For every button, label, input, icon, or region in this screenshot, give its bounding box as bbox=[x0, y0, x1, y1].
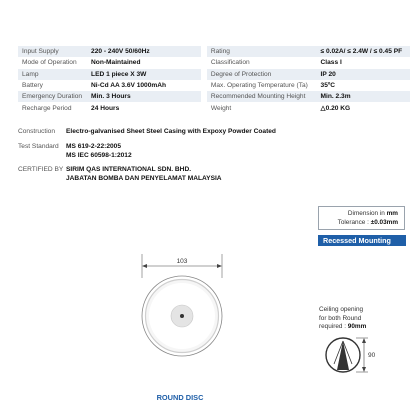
arrow-left-icon bbox=[142, 264, 147, 268]
tolerance-prefix: Tolerance : bbox=[337, 219, 371, 226]
spec-label: Lamp bbox=[18, 68, 88, 80]
construction-label: Construction bbox=[18, 128, 56, 135]
spec-label: Max. Operating Temperature (Ta) bbox=[210, 82, 308, 90]
arrow-down-icon bbox=[362, 367, 366, 372]
certifier-name: SIRIM QAS INTERNATIONAL SDN. BHD. bbox=[66, 166, 192, 173]
test-standard-value: MS 619-2-22:2005 bbox=[66, 143, 121, 150]
spec-value: IP 20 bbox=[316, 68, 410, 80]
spec-row: Recharge Period 24 Hours Weight △0.20 KG bbox=[18, 102, 410, 114]
round-disc-drawing: 103 bbox=[141, 254, 223, 357]
spec-label: Rating bbox=[206, 46, 317, 58]
tolerance-value: ±0.03mm bbox=[370, 219, 398, 226]
spec-value: Class I bbox=[320, 59, 342, 67]
ceiling-opening-note: Ceiling opening for both Round required … bbox=[319, 306, 366, 332]
spec-label: Recommended Mounting Height bbox=[206, 91, 317, 103]
spec-table: Input Supply 220 - 240V 50/60Hz Rating ≤… bbox=[18, 46, 410, 114]
spec-label: Recharge Period bbox=[22, 104, 72, 112]
ceiling-cutout-drawing: 90 bbox=[325, 337, 376, 373]
test-standard-value: MS IEC 60598-1:2012 bbox=[66, 151, 132, 159]
certified-by-label: CERTIFIED BY bbox=[18, 166, 64, 173]
construction-value: Electro-galvanised Sheet Steel Casing wi… bbox=[66, 128, 276, 135]
tolerance-line: Tolerance : ±0.03mm bbox=[319, 218, 398, 227]
spec-row: Emergency Duration Min. 3 Hours Recommen… bbox=[18, 91, 410, 103]
arrow-right-icon bbox=[217, 264, 222, 268]
spec-label: Mode of Operation bbox=[22, 59, 77, 67]
opening-dimension-label: 90 bbox=[368, 352, 376, 359]
spec-label: Classification bbox=[210, 59, 250, 67]
spec-label: Emergency Duration bbox=[18, 91, 88, 103]
spec-value: Ni-Cd AA 3.6V 1000mAh bbox=[91, 82, 167, 90]
spec-value: ≤ 0.02A/ ≤ 2.4W / ≤ 0.45 PF bbox=[316, 46, 410, 58]
spec-label: Weight bbox=[210, 104, 232, 112]
spec-value: 220 - 240V 50/60Hz bbox=[87, 46, 201, 58]
lens-center bbox=[180, 314, 184, 318]
arrow-up-icon bbox=[362, 338, 366, 343]
certifier-name: JABATAN BOMBA DAN PENYELAMAT MALAYSIA bbox=[66, 174, 222, 182]
spec-row: Input Supply 220 - 240V 50/60Hz Rating ≤… bbox=[18, 46, 410, 58]
dimension-note: Dimension in mm Tolerance : ±0.03mm bbox=[318, 206, 405, 230]
spec-row: Mode of Operation Non-Maintained Classif… bbox=[18, 57, 410, 69]
spec-label: Battery bbox=[22, 82, 43, 90]
spec-value: Min. 2.3m bbox=[316, 91, 410, 103]
spec-value: Min. 3 Hours bbox=[87, 91, 201, 103]
recessed-mounting-banner: Recessed Mounting bbox=[318, 235, 406, 246]
spec-value: LED 1 piece X 3W bbox=[87, 68, 201, 80]
spec-row: Battery Ni-Cd AA 3.6V 1000mAh Max. Opera… bbox=[18, 79, 410, 92]
dimension-unit-line: Dimension in mm bbox=[319, 209, 398, 218]
spec-value: 35ºC bbox=[320, 82, 336, 90]
spec-value: △0.20 KG bbox=[320, 104, 351, 112]
dimension-prefix: Dimension in bbox=[347, 210, 387, 217]
dimension-unit: mm bbox=[386, 210, 398, 217]
ceiling-line: required : 90mm bbox=[319, 323, 366, 332]
product-name: ROUND DISC bbox=[156, 393, 204, 402]
spec-value: Non-Maintained bbox=[91, 59, 141, 67]
ceiling-value: 90mm bbox=[347, 323, 367, 331]
ceiling-line: for both Round bbox=[319, 314, 362, 322]
spec-label: Input Supply bbox=[18, 46, 88, 58]
spec-value: 24 Hours bbox=[91, 104, 120, 112]
spec-row: Lamp LED 1 piece X 3W Degree of Protecti… bbox=[18, 68, 410, 80]
ceiling-prefix: required : bbox=[319, 323, 348, 331]
ceiling-line: Ceiling opening bbox=[319, 306, 364, 313]
diameter-label: 103 bbox=[177, 258, 188, 265]
test-standard-label: Test Standard bbox=[18, 143, 59, 150]
spec-label: Degree of Protection bbox=[206, 68, 317, 80]
